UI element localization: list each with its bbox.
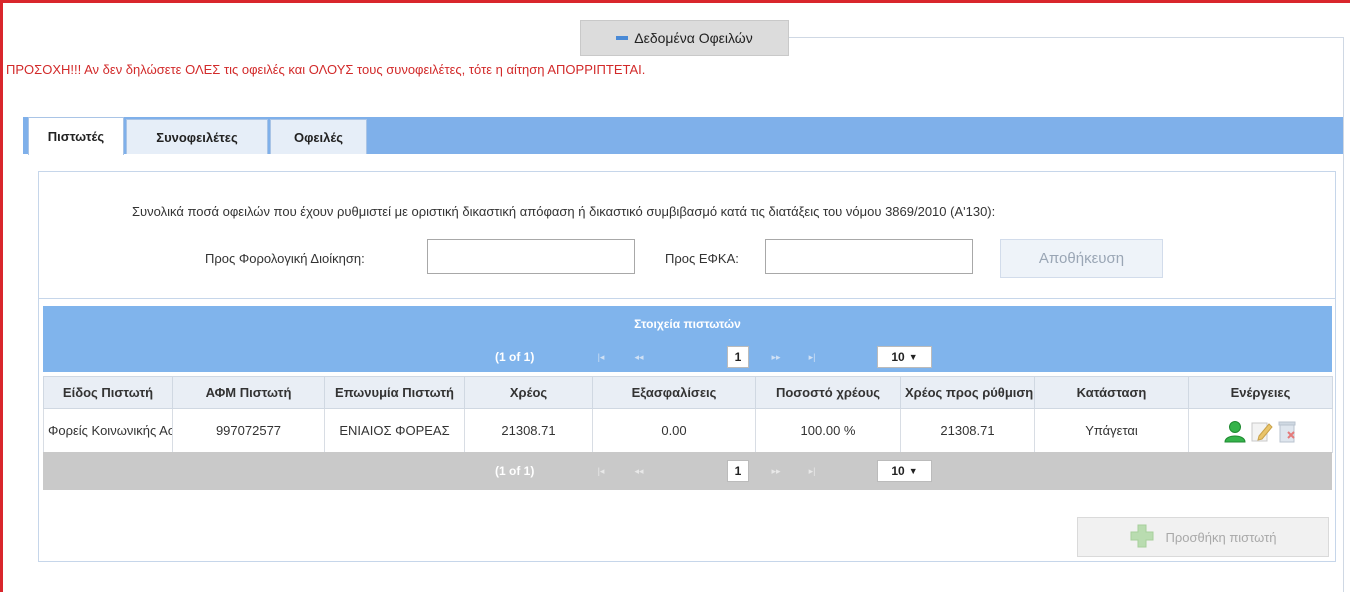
fieldset-border-right [1343,37,1344,592]
warning-message: ΠΡΟΣΟΧΗ!!! Αν δεν δηλώσετε ΟΛΕΣ τις οφει… [6,62,646,77]
column-header[interactable]: Επωνυμία Πιστωτή [324,376,465,409]
first-page-button[interactable]: |◂ [590,350,612,364]
caret-down-icon: ▼ [908,352,918,362]
cell-afm: 997072577 [172,408,325,453]
tab-creditors-label: Πιστωτές [47,129,105,144]
cell-name: ΕΝΙΑΙΟΣ ΦΟΡΕΑΣ [324,408,465,453]
paginator-bottom: (1 of 1) |◂ ◂◂ 1 ▸▸ ▸| 10 ▼ [43,452,1332,490]
delete-icon[interactable] [1275,419,1299,443]
add-creditor-button[interactable]: Προσθήκη πιστωτή [1077,517,1329,557]
summary-text: Συνολικά ποσά οφειλών που έχουν ρυθμιστε… [132,204,996,219]
section-legend-title: Δεδομένα Οφειλών [634,30,753,46]
table-row: Φορείς Κοινωνικής Ασφάλισης 997072577 ΕΝ… [43,408,1333,453]
next-page-button[interactable]: ▸▸ [765,350,787,364]
rows-per-page-select[interactable]: 10 ▼ [877,346,932,368]
cell-percent: 100.00 % [755,408,901,453]
cell-debt-to-settle: 21308.71 [900,408,1035,453]
tab-codebtors[interactable]: Συνοφειλέτες [126,119,268,154]
last-page-button[interactable]: ▸| [801,350,823,364]
section-legend-toggle[interactable]: Δεδομένα Οφειλών [580,20,789,56]
current-page-button[interactable]: 1 [727,460,749,482]
caret-down-icon: ▼ [908,466,918,476]
minus-icon [616,36,629,40]
cell-status: Υπάγεται [1034,408,1189,453]
efka-label: Προς ΕΦΚΑ: [665,251,739,266]
cell-kind: Φορείς Κοινωνικής Ασφάλισης [43,408,173,453]
column-header[interactable]: Εξασφαλίσεις [592,376,756,409]
column-header[interactable]: Ποσοστό χρέους [755,376,901,409]
rows-per-page-select[interactable]: 10 ▼ [877,460,932,482]
column-header[interactable]: Χρέος [464,376,593,409]
column-header[interactable]: Χρέος προς ρύθμιση [900,376,1035,409]
column-header: Ενέργειες [1188,376,1333,409]
window-frame-top [0,0,1350,3]
efka-input[interactable] [765,239,973,274]
add-creditor-label: Προσθήκη πιστωτή [1165,529,1277,545]
plus-icon [1129,523,1155,552]
last-page-button[interactable]: ▸| [801,464,823,478]
cell-collateral: 0.00 [592,408,756,453]
cell-debt: 21308.71 [464,408,593,453]
page-count: (1 of 1) [495,350,535,364]
creditors-table: Είδος Πιστωτή ΑΦΜ Πιστωτή Επωνυμία Πιστω… [43,376,1333,453]
column-header[interactable]: ΑΦΜ Πιστωτή [172,376,325,409]
first-page-button[interactable]: |◂ [590,464,612,478]
prev-page-button[interactable]: ◂◂ [628,350,650,364]
table-title: Στοιχεία πιστωτών [43,306,1332,342]
tab-codebtors-label: Συνοφειλέτες [156,129,238,145]
tab-creditors[interactable]: Πιστωτές [28,117,124,155]
tax-authority-label: Προς Φορολογική Διοίκηση: [205,251,365,266]
page-count: (1 of 1) [495,464,535,478]
next-page-button[interactable]: ▸▸ [765,464,787,478]
column-header[interactable]: Κατάσταση [1034,376,1189,409]
rows-per-page-value: 10 [891,350,905,364]
tab-debts[interactable]: Οφειλές [270,119,367,154]
panel-divider [38,298,1336,299]
prev-page-button[interactable]: ◂◂ [628,464,650,478]
paginator-top: (1 of 1) |◂ ◂◂ 1 ▸▸ ▸| 10 ▼ [43,342,1332,372]
tax-authority-input[interactable] [427,239,635,274]
window-frame-left [0,0,3,592]
edit-icon[interactable] [1249,419,1273,443]
cell-actions [1188,408,1333,453]
table-header-row: Είδος Πιστωτή ΑΦΜ Πιστωτή Επωνυμία Πιστω… [43,376,1333,409]
tab-debts-label: Οφειλές [293,129,344,145]
save-button[interactable]: Αποθήκευση [1000,239,1163,278]
user-icon[interactable] [1223,419,1247,443]
current-page-button[interactable]: 1 [727,346,749,368]
rows-per-page-value: 10 [891,464,905,478]
column-header[interactable]: Είδος Πιστωτή [43,376,173,409]
